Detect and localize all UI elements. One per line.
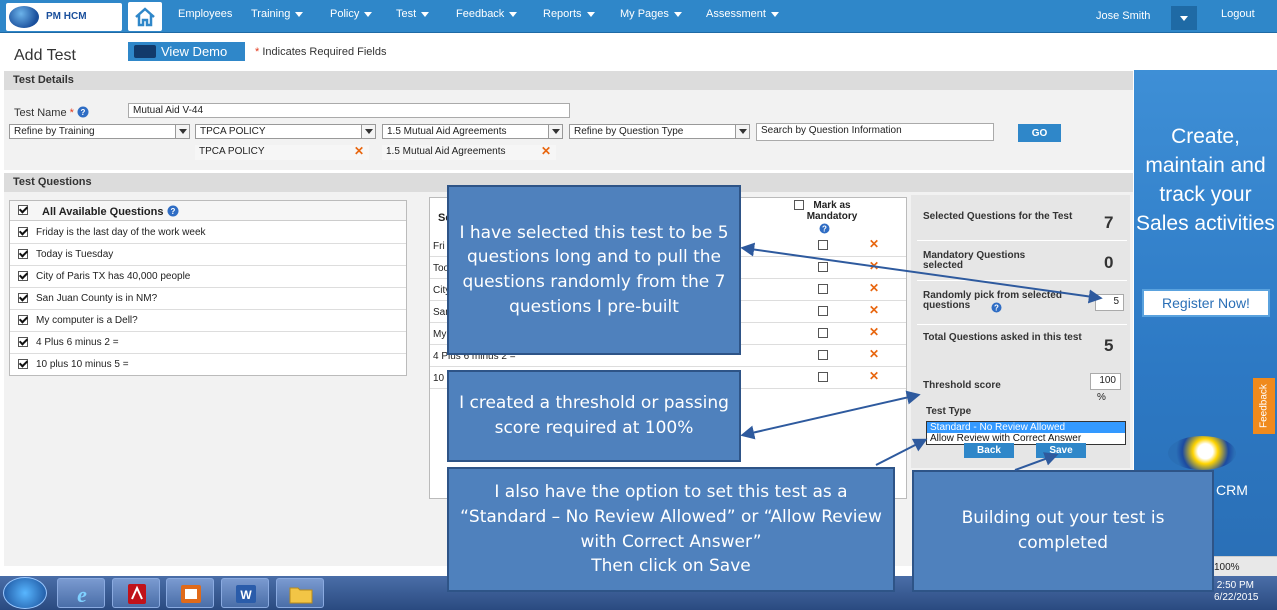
arrow-threshold xyxy=(740,390,921,440)
arrow-test-type xyxy=(875,438,928,466)
arrow-random-pick xyxy=(740,242,1103,304)
app-window: { "brand":{"logo_text":"PM HCM"}, "nav":… xyxy=(0,0,1277,610)
arrow-save xyxy=(1014,452,1059,471)
callout-arrows xyxy=(740,242,1103,471)
